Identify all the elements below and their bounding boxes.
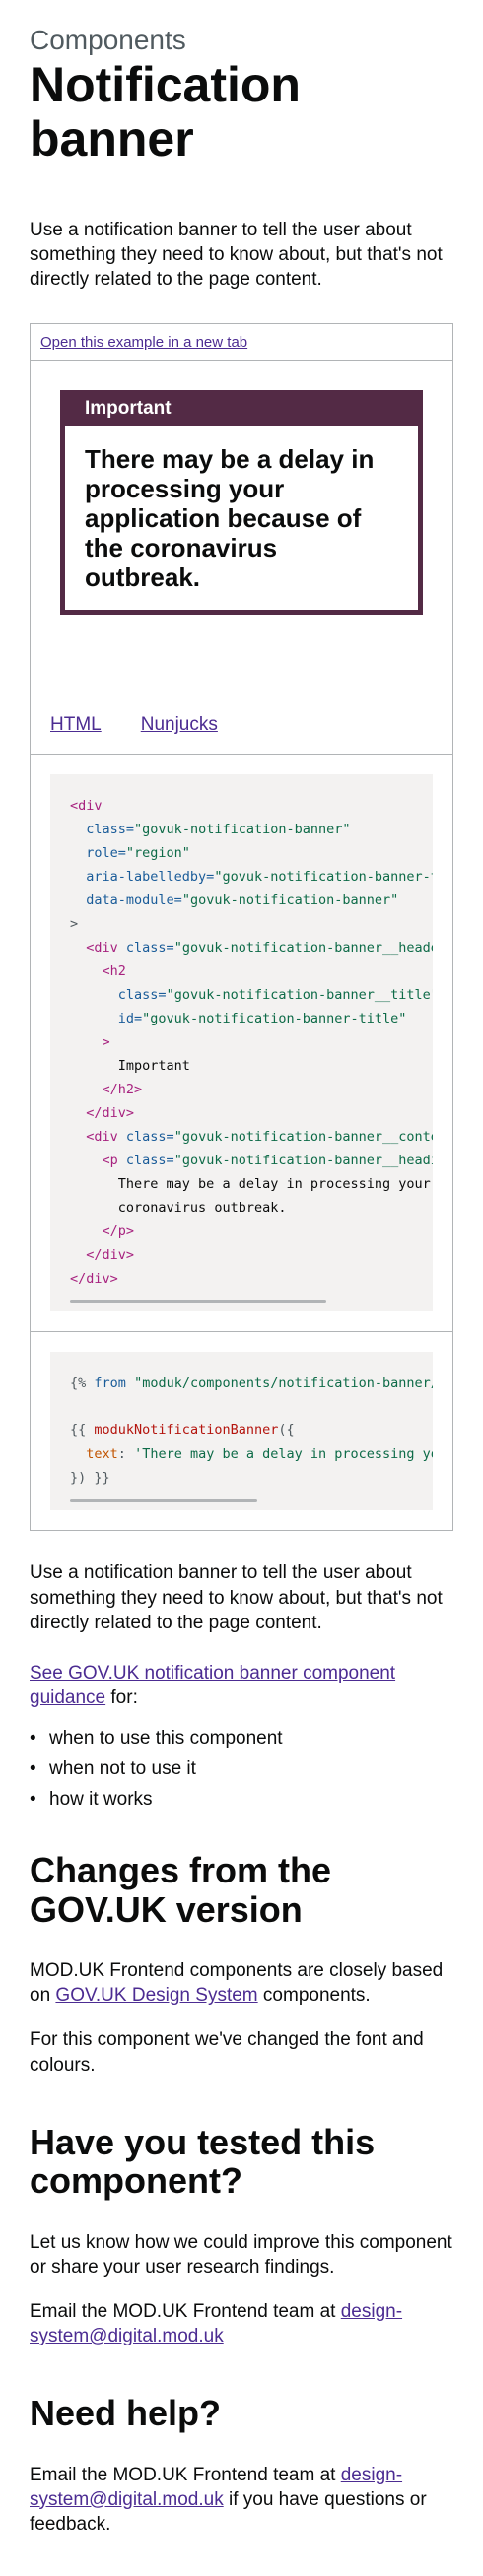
code-line: data-module="govuk-notification-banner" (86, 892, 399, 909)
code-line: </p> (102, 1223, 135, 1240)
govuk-design-system-link[interactable]: GOV.UK Design System (55, 1985, 257, 2006)
code-line: <div class="govuk-notification-banner__c… (86, 1129, 433, 1146)
html-code-panel: <div class="govuk-notification-banner" r… (31, 755, 452, 1333)
changes-paragraph: MOD.UK Frontend components are closely b… (30, 1960, 444, 2007)
code-tabs: HTML Nunjucks (31, 694, 452, 756)
html-code-block[interactable]: <div class="govuk-notification-banner" r… (50, 774, 433, 1312)
notification-banner-content: There may be a delay in processing your … (65, 426, 418, 611)
changes-heading: Changes from the GOV.UK version (30, 1850, 332, 1930)
tab-nunjucks[interactable]: Nunjucks (141, 714, 218, 736)
html-code-scrollbar[interactable] (70, 1300, 326, 1304)
code-line: aria-labelledby="govuk-notification-bann… (86, 869, 433, 886)
code-line: <div class="govuk-notification-banner__h… (86, 940, 433, 957)
code-line: </div> (70, 1271, 118, 1288)
guidance-paragraph: See GOV.UK notification banner component… (30, 1661, 453, 1710)
details-intro: Use a notification banner to tell the us… (30, 1562, 443, 1633)
code-line: {{ modukNotificationBanner({ (70, 1422, 295, 1439)
page: Components Notification banner Use a not… (0, 0, 483, 2576)
code-line: </div> (86, 1247, 135, 1264)
code-line: class="govuk-notification-banner" (86, 822, 351, 838)
example-preview: Important There may be a delay in proces… (31, 361, 452, 695)
list-item: when to use this component (30, 1726, 453, 1750)
notification-banner-heading: There may be a delay in processing your … (85, 444, 375, 592)
tested-email-paragraph: Email the MOD.UK Frontend team at design… (30, 2300, 403, 2347)
code-line: class="govuk-notification-banner__title" (117, 987, 433, 1004)
notification-banner: Important There may be a delay in proces… (60, 390, 423, 616)
nunjucks-code-panel: {% from "moduk/components/notification-b… (31, 1332, 452, 1530)
changes-detail: For this component we've changed the fon… (30, 2029, 424, 2076)
code-line: <h2 (102, 963, 126, 980)
list-item: how it works (30, 1787, 453, 1812)
guidance-list: when to use this component when not to u… (30, 1726, 453, 1812)
page-caption: Components (30, 25, 186, 55)
code-line: </h2> (102, 1082, 143, 1098)
code-line: Important (117, 1058, 190, 1075)
notification-banner-title: Important (85, 398, 172, 420)
list-item: when not to use it (30, 1756, 453, 1781)
code-line: coronavirus outbreak. (117, 1200, 287, 1217)
lead-paragraph: Use a notification banner to tell the us… (30, 219, 443, 290)
tested-heading: Have you tested this component? (30, 2121, 376, 2202)
guidance-link[interactable]: See GOV.UK notification banner component… (30, 1663, 395, 1708)
code-line: </div> (86, 1105, 135, 1122)
example-container: Open this example in a new tab Important… (30, 323, 453, 1532)
tested-paragraph: Let us know how we could improve this co… (30, 2231, 452, 2278)
help-paragraph: Email the MOD.UK Frontend team at design… (30, 2464, 427, 2535)
page-title: Notification banner (30, 56, 301, 166)
nunjucks-code-block[interactable]: {% from "moduk/components/notification-b… (50, 1352, 433, 1511)
code-line: role="region" (86, 845, 190, 862)
code-line: text: 'There may be a delay in processin… (86, 1446, 433, 1463)
code-line: id="govuk-notification-banner-title" (117, 1011, 407, 1027)
open-example-link[interactable]: Open this example in a new tab (40, 334, 247, 351)
code-line: > (102, 1034, 110, 1051)
open-tab-bar: Open this example in a new tab (31, 324, 452, 362)
code-line: {% from "moduk/components/notification-b… (70, 1375, 433, 1392)
code-line: <p class="govuk-notification-banner__hea… (102, 1153, 433, 1169)
code-line: > (70, 916, 79, 933)
help-heading: Need help? (30, 2393, 222, 2434)
code-line: }) }} (70, 1470, 110, 1486)
tab-html[interactable]: HTML (50, 714, 102, 736)
code-line: <div (70, 798, 103, 815)
guidance-suffix: for: (105, 1686, 138, 1708)
nunjucks-code-scrollbar[interactable] (70, 1499, 257, 1503)
code-line: There may be a delay in processing your … (117, 1176, 431, 1193)
